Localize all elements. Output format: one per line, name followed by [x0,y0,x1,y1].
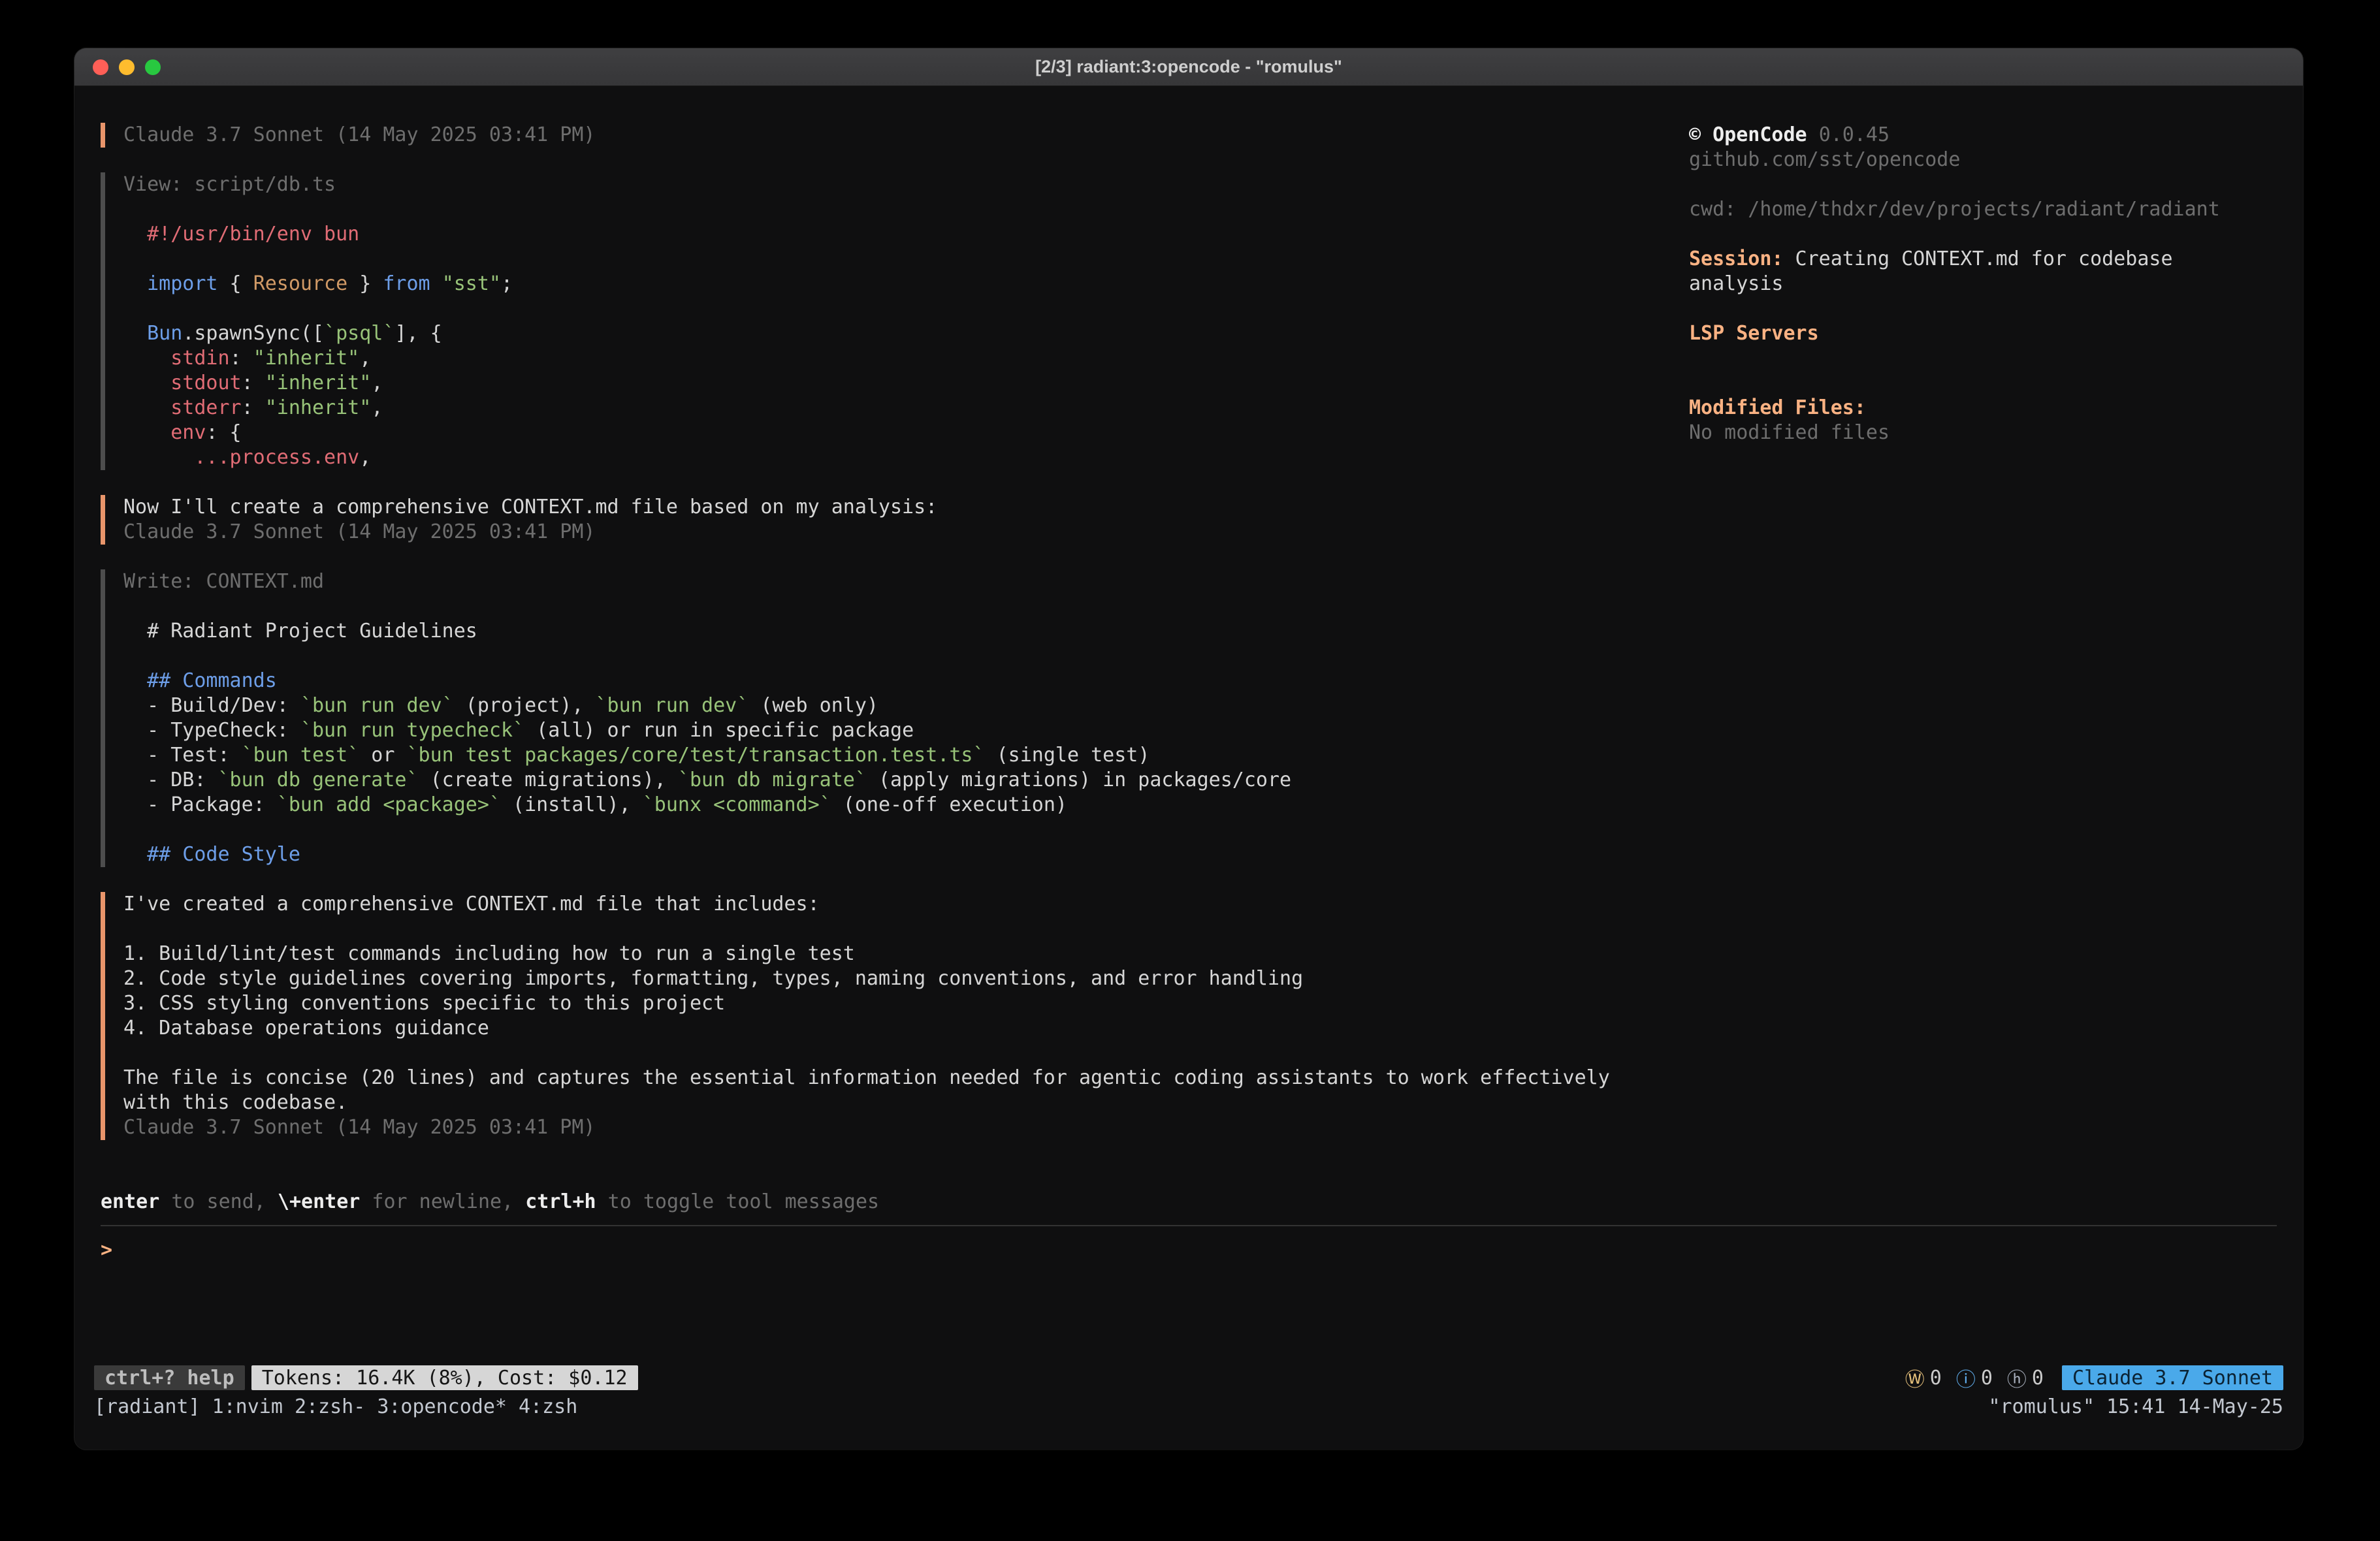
terminal-line: - DB: `bun db generate` (create migratio… [123,768,1689,793]
terminal-line: ...process.env, [123,445,1689,470]
terminal-line: I've created a comprehensive CONTEXT.md … [123,892,1689,917]
assistant-message-block: Now I'll create a comprehensive CONTEXT.… [101,495,1689,545]
desktop-background: [2/3] radiant:3:opencode - "romulus" Cla… [0,0,2380,1541]
terminal-line: # Radiant Project Guidelines [123,619,1689,644]
terminal-line: cwd: /home/thdxr/dev/projects/radiant/ra… [1689,197,2277,222]
hint-icon: ⓗ [2007,1363,2027,1392]
terminal-line: env: { [123,421,1689,445]
diagnostic-info: ⓘ 0 [1956,1363,1993,1392]
terminal-line [123,917,1689,942]
chat-transcript: Claude 3.7 Sonnet (14 May 2025 03:41 PM)… [101,123,1689,1165]
terminal-line: The file is concise (20 lines) and captu… [123,1066,1689,1090]
tmux-session-name: [radiant] [94,1395,201,1418]
terminal-line: - Package: `bun add <package>` (install)… [123,793,1689,818]
assistant-message-block: Claude 3.7 Sonnet (14 May 2025 03:41 PM) [101,123,1689,148]
terminal-line [123,197,1689,222]
terminal-line [123,818,1689,842]
tmux-window-opencode[interactable]: 3:opencode* [377,1395,507,1418]
prompt-line: > [101,1226,2277,1263]
terminal-line: import { Resource } from "sst"; [123,272,1689,296]
status-bar: ctrl+? help Tokens: 16.4K (8%), Cost: $0… [94,1365,2283,1391]
tmux-window-nvim[interactable]: 1:nvim [212,1395,283,1418]
keybind-help: enter to send, \+enter for newline, ctrl… [101,1190,2277,1215]
session-sidebar: © OpenCode 0.0.45github.com/sst/opencode… [1689,123,2277,1165]
info-count: 0 [1981,1367,1993,1390]
terminal-line: 2. Code style guidelines covering import… [123,966,1689,991]
terminal-line: analysis [1689,272,2277,296]
terminal-line [123,594,1689,619]
terminal-line [123,296,1689,321]
tmux-window-list: [radiant] 1:nvim 2:zsh- 3:opencode* 4:zs… [94,1395,577,1418]
model-badge[interactable]: Claude 3.7 Sonnet [2062,1365,2283,1390]
assistant-message-block: I've created a comprehensive CONTEXT.md … [101,892,1689,1140]
terminal-line: 1. Build/lint/test commands including ho… [123,942,1689,966]
terminal-content: Claude 3.7 Sonnet (14 May 2025 03:41 PM)… [74,86,2303,1365]
editor-empty-space [101,1263,2277,1365]
terminal-line: LSP Servers [1689,321,2277,346]
info-icon: ⓘ [1956,1363,1976,1392]
help-badge[interactable]: ctrl+? help [94,1365,245,1390]
terminal-line [1689,172,2277,197]
terminal-line: #!/usr/bin/env bun [123,222,1689,247]
terminal-line: stdout: "inherit", [123,371,1689,396]
terminal-line: View: script/db.ts [123,172,1689,197]
tmux-host-clock: "romulus" 15:41 14-May-25 [1988,1395,2283,1418]
terminal-line: with this codebase. [123,1090,1689,1115]
terminal-line: ## Code Style [123,842,1689,867]
tmux-window-zsh2[interactable]: 2:zsh- [295,1395,365,1418]
terminal-line: - TypeCheck: `bun run typecheck` (all) o… [123,718,1689,743]
terminal-line [1689,222,2277,247]
terminal-line: Claude 3.7 Sonnet (14 May 2025 03:41 PM) [123,520,1689,545]
warning-icon: Ⓦ [1905,1363,1925,1392]
terminal-line: stdin: "inherit", [123,346,1689,371]
terminal-line [1689,346,2277,371]
prompt-symbol: > [101,1238,112,1263]
terminal-line: 3. CSS styling conventions specific to t… [123,991,1689,1016]
diagnostic-warnings: Ⓦ 0 [1905,1363,1942,1392]
terminal-line: Bun.spawnSync([`psql`], { [123,321,1689,346]
terminal-line [123,1041,1689,1066]
window-titlebar[interactable]: [2/3] radiant:3:opencode - "romulus" [74,48,2303,86]
input-editor-area: enter to send, \+enter for newline, ctrl… [101,1190,2277,1365]
tool-view-block: View: script/db.ts #!/usr/bin/env bun im… [101,172,1689,470]
terminal-line: Claude 3.7 Sonnet (14 May 2025 03:41 PM) [123,1115,1689,1140]
terminal-line [1689,296,2277,321]
terminal-line: © OpenCode 0.0.45 [1689,123,2277,148]
terminal-line: Session: Creating CONTEXT.md for codebas… [1689,247,2277,272]
terminal-window: [2/3] radiant:3:opencode - "romulus" Cla… [74,48,2303,1450]
window-title: [2/3] radiant:3:opencode - "romulus" [74,57,2303,77]
terminal-line: 4. Database operations guidance [123,1016,1689,1041]
tool-write-block: Write: CONTEXT.md # Radiant Project Guid… [101,569,1689,867]
diagnostic-hints: ⓗ 0 [2007,1363,2044,1392]
terminal-line: github.com/sst/opencode [1689,148,2277,172]
terminal-line: Claude 3.7 Sonnet (14 May 2025 03:41 PM) [123,123,1689,148]
tmux-window-zsh4[interactable]: 4:zsh [519,1395,577,1418]
terminal-line: Write: CONTEXT.md [123,569,1689,594]
hint-count: 0 [2032,1367,2044,1390]
terminal-line: Now I'll create a comprehensive CONTEXT.… [123,495,1689,520]
terminal-line: No modified files [1689,421,2277,445]
terminal-line [1689,371,2277,396]
terminal-line [123,247,1689,272]
terminal-line: stderr: "inherit", [123,396,1689,421]
terminal-line [123,644,1689,669]
terminal-line: - Test: `bun test` or `bun test packages… [123,743,1689,768]
tmux-status-bar: [radiant] 1:nvim 2:zsh- 3:opencode* 4:zs… [94,1393,2283,1420]
tokens-cost-badge: Tokens: 16.4K (8%), Cost: $0.12 [251,1365,638,1390]
terminal-line: - Build/Dev: `bun run dev` (project), `b… [123,693,1689,718]
prompt-input[interactable] [124,1238,2277,1263]
terminal-line: enter to send, \+enter for newline, ctrl… [101,1190,2277,1215]
terminal-line: Modified Files: [1689,396,2277,421]
warning-count: 0 [1930,1367,1942,1390]
terminal-line: ## Commands [123,669,1689,693]
